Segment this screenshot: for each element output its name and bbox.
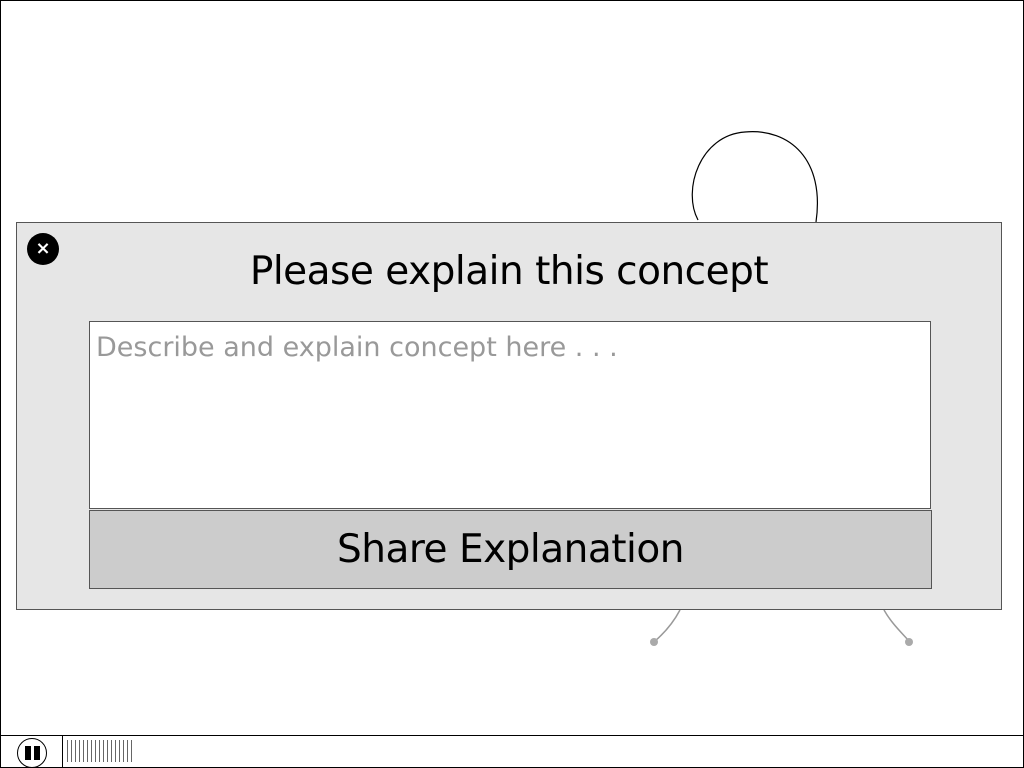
pause-button[interactable] xyxy=(17,738,47,768)
share-explanation-button[interactable]: Share Explanation xyxy=(89,510,932,589)
progress-divider xyxy=(62,736,63,767)
pause-icon xyxy=(33,746,40,760)
progress-indicator[interactable] xyxy=(67,740,133,762)
app-window: × Please explain this concept Share Expl… xyxy=(0,0,1024,768)
top-bar xyxy=(0,0,1024,66)
pause-icon xyxy=(24,746,31,760)
explain-concept-dialog: × Please explain this concept Share Expl… xyxy=(16,222,1002,610)
playback-bar xyxy=(0,735,1024,768)
dialog-title: Please explain this concept xyxy=(249,249,769,294)
explanation-input[interactable] xyxy=(89,321,931,509)
